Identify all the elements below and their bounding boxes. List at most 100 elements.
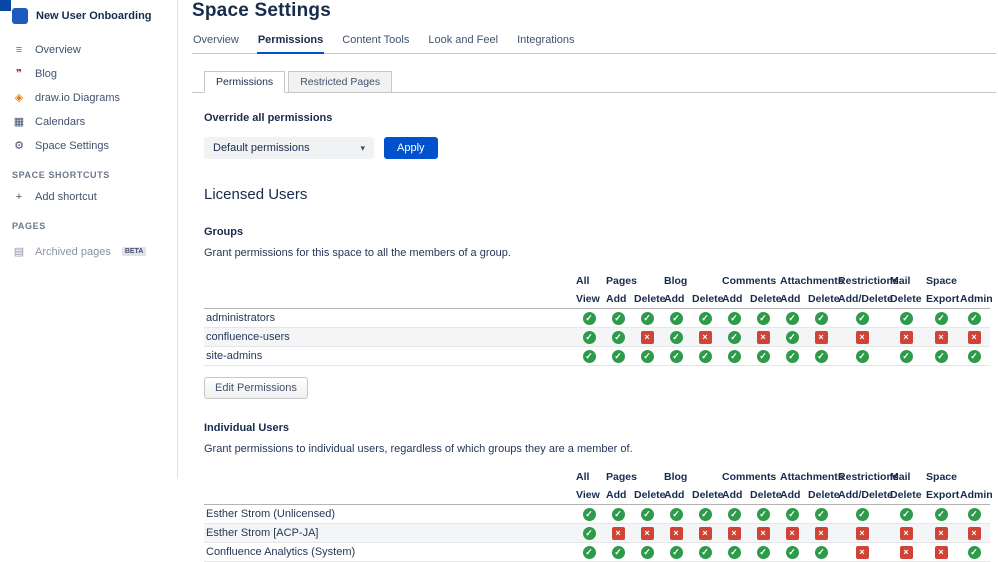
column-admin: Admin [958, 290, 993, 309]
sidebar-item-calendars[interactable]: ▦ Calendars [12, 115, 171, 129]
permission-denied-icon: × [756, 526, 770, 540]
column-add: Add [720, 290, 749, 309]
permission-granted-icon: ✓ [814, 311, 828, 325]
permission-denied-icon: × [785, 526, 799, 540]
sidebar-item-overview[interactable]: ≡ Overview [12, 44, 171, 56]
permission-granted-icon: ✓ [899, 349, 913, 363]
sidebar-item-archived-pages[interactable]: ▤ Archived pages BETA [12, 245, 171, 258]
column-group-comments: Comments [722, 471, 777, 483]
main-tabs: Overview Permissions Content Tools Look and… [192, 31, 996, 54]
plus-icon: + [15, 191, 23, 203]
permission-granted-icon: ✓ [640, 311, 654, 325]
column-group-mail: Mail [890, 471, 911, 483]
permission-granted-icon: ✓ [967, 507, 981, 521]
tab-permissions[interactable]: Permissions [256, 31, 325, 54]
sidebar-nav: ≡ Overview ❞ Blog ◈ draw.io Diagrams ▦ Calendar… [12, 44, 171, 258]
tab-integrations[interactable]: Integrations [516, 31, 575, 53]
tab-look-and-feel[interactable]: Look and Feel [427, 31, 499, 53]
column-group-pages: Pages [606, 275, 637, 287]
column-group-attachments: Attachments [780, 275, 844, 287]
permission-granted-icon: ✓ [814, 545, 828, 559]
column-add: Add [720, 486, 749, 505]
permission-granted-icon: ✓ [669, 311, 683, 325]
groups-description: Grant permissions for this space to all … [204, 247, 511, 259]
permission-denied-icon: × [899, 330, 913, 344]
permission-denied-icon: × [640, 330, 654, 344]
sidebar-item-blog[interactable]: ❞ Blog [12, 67, 171, 81]
table-row: Esther Strom [ACP-JA] ✓ × × × × × × × × × × × × [204, 523, 991, 543]
permission-granted-icon: ✓ [785, 311, 799, 325]
table-row: Confluence Analytics (System) ✓ ✓ ✓ ✓ ✓ ✓ ✓ ✓ ✓ × ×… [204, 542, 991, 562]
sidebar-item-draw-io-diagrams[interactable]: ◈ draw.io Diagrams [12, 91, 171, 105]
column-export: Export [924, 486, 959, 505]
permission-granted-icon: ✓ [640, 545, 654, 559]
permission-denied-icon: × [756, 330, 770, 344]
sidebar-item-space-settings[interactable]: ⚙ Space Settings [12, 139, 171, 153]
permission-granted-icon: ✓ [582, 507, 596, 521]
row-name: Esther Strom (Unlicensed) [204, 504, 574, 524]
permission-granted-icon: ✓ [855, 349, 869, 363]
permission-granted-icon: ✓ [698, 311, 712, 325]
subtab-restricted-pages[interactable]: Restricted Pages [288, 71, 393, 93]
sidebar-item-add-shortcut[interactable]: + Add shortcut [12, 191, 171, 203]
permission-granted-icon: ✓ [814, 507, 828, 521]
edit-permissions-button[interactable]: Edit Permissions [204, 377, 308, 399]
permission-granted-icon: ✓ [727, 330, 741, 344]
permission-granted-icon: ✓ [698, 545, 712, 559]
column-view: View [574, 290, 604, 309]
permission-granted-icon: ✓ [640, 349, 654, 363]
column-delete: Delete [806, 290, 840, 309]
permission-subtabs: Permissions Restricted Pages [192, 71, 996, 93]
space-avatar-icon [12, 8, 28, 24]
sidebar-item-label: Space Settings [35, 139, 109, 152]
table-row: Esther Strom (Unlicensed) ✓ ✓ ✓ ✓ ✓ ✓ ✓ ✓ ✓ ✓ ✓ ✓ ✓ [204, 504, 991, 524]
permission-granted-icon: ✓ [934, 507, 948, 521]
column-admin: Admin [958, 486, 993, 505]
permission-granted-icon: ✓ [727, 311, 741, 325]
permission-denied-icon: × [611, 526, 625, 540]
column-export: Export [924, 290, 959, 309]
overview-icon: ≡ [15, 44, 23, 56]
column-group-space: Space [926, 275, 957, 287]
table-row: administrators ✓ ✓ ✓ ✓ ✓ ✓ ✓ ✓ ✓ ✓ ✓ ✓ ✓ [204, 308, 991, 328]
column-add: Add [662, 486, 690, 505]
permission-denied-icon: × [698, 526, 712, 540]
permission-denied-icon: × [967, 330, 981, 344]
permission-granted-icon: ✓ [611, 311, 625, 325]
tab-overview[interactable]: Overview [192, 31, 240, 53]
space-header[interactable]: New User Onboarding [12, 8, 171, 24]
permission-denied-icon: × [814, 526, 828, 540]
column-add: Add [778, 486, 807, 505]
row-name: administrators [204, 308, 574, 328]
permission-granted-icon: ✓ [814, 349, 828, 363]
permission-granted-icon: ✓ [967, 311, 981, 325]
individual-users-heading: Individual Users [204, 422, 289, 434]
permissions-dropdown-value: Default permissions [213, 142, 310, 154]
permission-denied-icon: × [899, 545, 913, 559]
permission-granted-icon: ✓ [611, 507, 625, 521]
permission-granted-icon: ✓ [582, 311, 596, 325]
permission-granted-icon: ✓ [582, 545, 596, 559]
individual-users-description: Grant permissions to individual users, r… [204, 443, 633, 455]
permission-granted-icon: ✓ [582, 526, 596, 540]
permission-denied-icon: × [669, 526, 683, 540]
calendar-icon: ▦ [13, 116, 25, 128]
sidebar-section-title: SPACE SHORTCUTS [12, 170, 110, 180]
permission-denied-icon: × [934, 330, 948, 344]
permission-granted-icon: ✓ [899, 507, 913, 521]
apply-button[interactable]: Apply [384, 137, 438, 159]
app-logo-strip[interactable] [0, 0, 11, 11]
permission-granted-icon: ✓ [934, 349, 948, 363]
tab-content-tools[interactable]: Content Tools [341, 31, 410, 53]
chevron-down-icon: ▾ [360, 142, 365, 153]
permission-granted-icon: ✓ [640, 507, 654, 521]
subtab-permissions[interactable]: Permissions [204, 71, 286, 93]
permission-granted-icon: ✓ [756, 349, 770, 363]
permissions-dropdown[interactable]: Default permissions ▾ [204, 137, 374, 159]
column-delete: Delete [632, 486, 666, 505]
row-name: site-admins [204, 346, 574, 366]
permission-granted-icon: ✓ [855, 311, 869, 325]
column-add: Add [778, 290, 807, 309]
permission-granted-icon: ✓ [669, 330, 683, 344]
archive-icon: ▤ [13, 246, 25, 258]
